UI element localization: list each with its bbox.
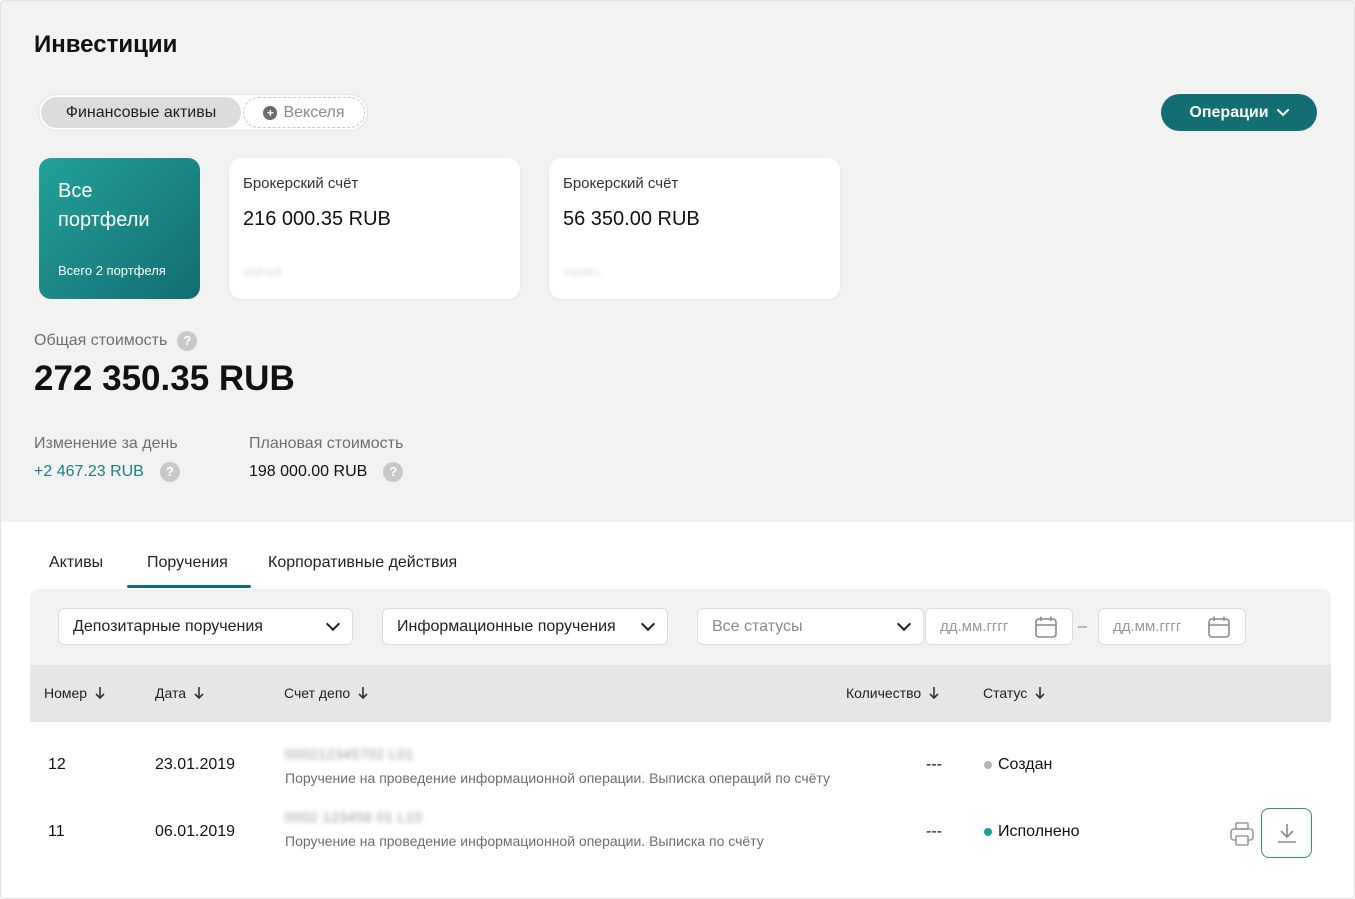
day-change: +2 467.23 RUB ?	[34, 462, 180, 482]
chevron-down-icon	[1276, 108, 1289, 116]
chevron-down-icon	[896, 616, 912, 632]
operations-button[interactable]: Операции	[1161, 94, 1317, 131]
operations-button-label: Операции	[1189, 103, 1269, 121]
sort-down-icon	[1035, 687, 1045, 700]
app-frame: Инвестиции Финансовые активы + Векселя О…	[0, 0, 1355, 899]
account-value: 216 000.35 RUB	[243, 208, 391, 230]
order-type-select[interactable]: Депозитарные поручения	[58, 608, 353, 645]
sort-down-icon	[194, 687, 204, 700]
status-text: Исполнено	[998, 823, 1080, 840]
column-number[interactable]: Номер	[44, 685, 105, 701]
column-status-label: Статус	[983, 685, 1028, 701]
order-date: 06.01.2019	[155, 823, 236, 840]
sort-down-icon	[95, 687, 105, 700]
column-number-label: Номер	[44, 685, 88, 701]
column-quantity[interactable]: Количество	[846, 685, 939, 701]
download-button[interactable]	[1261, 808, 1312, 858]
help-icon[interactable]: ?	[177, 331, 198, 351]
date-from-placeholder: дд.мм.гггг	[940, 618, 1009, 635]
tab-orders[interactable]: Поручения	[147, 554, 228, 572]
account-number-masked: 00FGA	[243, 267, 283, 279]
order-number: 11	[48, 823, 65, 840]
print-button[interactable]	[1228, 820, 1256, 848]
planned-value: 198 000.00 RUB ?	[249, 462, 404, 482]
order-description: Поручение на проведение информационной о…	[285, 833, 764, 849]
tab-corporate-actions[interactable]: Корпоративные действия	[268, 554, 457, 572]
planned-value-label: Плановая стоимость	[249, 435, 404, 452]
account-value: 56 350.00 RUB	[563, 208, 700, 230]
column-date-label: Дата	[155, 685, 187, 701]
plus-circle-icon: +	[263, 105, 278, 120]
segment-bills[interactable]: + Векселя	[243, 97, 365, 128]
summary-area: Инвестиции Финансовые активы + Векселя О…	[1, 1, 1354, 522]
date-to-placeholder: дд.мм.гггг	[1113, 618, 1182, 635]
calendar-icon	[1208, 616, 1230, 638]
date-to-input[interactable]: дд.мм.гггг	[1098, 608, 1246, 645]
download-icon	[1277, 824, 1296, 843]
status-dot-icon	[984, 828, 992, 836]
status-text: Создан	[998, 756, 1053, 773]
column-date[interactable]: Дата	[155, 685, 204, 701]
sort-down-icon	[929, 687, 939, 700]
table-row[interactable]: 12 23.01.2019 000212345702 L01 Поручение…	[30, 736, 1331, 800]
account-number-masked: 03HKL	[563, 267, 602, 279]
portfolio-card-all-title: Все портфели	[58, 180, 150, 231]
portfolio-card-broker-1[interactable]: Брокерский счёт 216 000.35 RUB 00FGA	[229, 158, 520, 299]
account-label: Брокерский счёт	[243, 175, 359, 192]
total-value-label: Общая стоимость ?	[34, 331, 198, 351]
table-header: Номер Дата Счет депо Количество Статус	[30, 665, 1331, 722]
order-description: Поручение на проведение информационной о…	[285, 770, 831, 786]
help-icon[interactable]: ?	[383, 462, 404, 482]
column-quantity-label: Количество	[846, 685, 922, 701]
day-change-value: +2 467.23 RUB	[34, 463, 144, 480]
column-status[interactable]: Статус	[983, 685, 1045, 701]
order-quantity: ---	[926, 823, 942, 840]
segment-bills-label: Векселя	[283, 103, 345, 121]
total-value: 272 350.35 RUB	[34, 359, 295, 398]
portfolio-card-broker-2[interactable]: Брокерский счёт 56 350.00 RUB 03HKL	[549, 158, 840, 299]
calendar-icon	[1035, 616, 1057, 638]
depo-account-masked: 0002 123456 01 L10	[285, 809, 423, 825]
planned-value-text: 198 000.00 RUB	[249, 463, 368, 480]
column-account-label: Счет депо	[284, 685, 351, 701]
order-number: 12	[48, 756, 66, 773]
chevron-down-icon	[640, 616, 656, 632]
depo-account-masked: 000212345702 L01	[285, 746, 414, 762]
order-date: 23.01.2019	[155, 756, 236, 773]
sort-down-icon	[358, 687, 368, 700]
content-tabs: Активы Поручения Корпоративные действия	[29, 546, 629, 588]
chevron-down-icon	[325, 616, 341, 632]
total-value-label-text: Общая стоимость	[34, 332, 168, 349]
status-select[interactable]: Все статусы	[697, 608, 924, 645]
segment-financial-assets[interactable]: Финансовые активы	[41, 97, 241, 128]
status-badge: Исполнено	[984, 823, 1080, 841]
order-subtype-select-value: Информационные поручения	[397, 617, 616, 635]
account-label: Брокерский счёт	[563, 175, 679, 192]
status-select-value: Все статусы	[712, 617, 803, 635]
asset-type-switch: Финансовые активы + Векселя	[38, 94, 368, 131]
order-subtype-select[interactable]: Информационные поручения	[382, 608, 668, 645]
table-row[interactable]: 11 06.01.2019 0002 123456 01 L10 Поручен…	[30, 803, 1331, 867]
help-icon[interactable]: ?	[159, 462, 180, 482]
date-range-separator: –	[1078, 618, 1087, 635]
date-from-input[interactable]: дд.мм.гггг	[925, 608, 1073, 645]
column-account[interactable]: Счет депо	[284, 685, 368, 701]
status-badge: Создан	[984, 756, 1052, 774]
active-tab-indicator	[127, 585, 251, 588]
portfolio-card-all-subtitle: Всего 2 портфеля	[58, 263, 166, 278]
portfolio-card-all[interactable]: Все портфели Всего 2 портфеля	[39, 158, 200, 299]
order-quantity: ---	[926, 756, 942, 773]
tab-assets[interactable]: Активы	[49, 554, 103, 572]
status-dot-icon	[984, 761, 992, 769]
printer-icon	[1230, 822, 1254, 846]
page-title: Инвестиции	[34, 31, 178, 58]
day-change-label: Изменение за день	[34, 435, 178, 452]
order-type-select-value: Депозитарные поручения	[73, 617, 263, 635]
